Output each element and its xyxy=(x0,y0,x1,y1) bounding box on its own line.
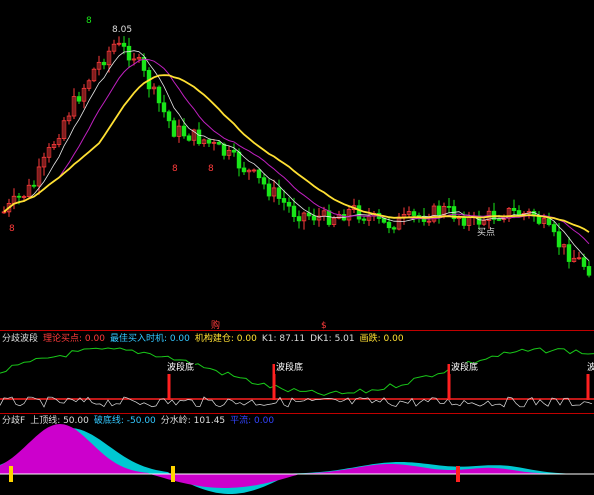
marker-bar xyxy=(456,466,460,482)
marker-bar xyxy=(9,466,13,482)
indicator2-field: 分水岭: 101.45 xyxy=(160,416,226,426)
price-panel xyxy=(1,36,592,278)
signal-label: 波段底 xyxy=(450,363,480,374)
candle-body xyxy=(361,218,367,221)
candle-body xyxy=(281,198,287,203)
candle-body xyxy=(241,167,247,173)
separator-1 xyxy=(0,330,594,331)
candle-body xyxy=(196,129,202,145)
ma-yellow-line xyxy=(3,74,590,233)
candle-body xyxy=(391,227,397,230)
candle-body xyxy=(221,143,227,156)
candle-body xyxy=(101,61,107,66)
candle-body xyxy=(166,111,172,122)
candle-body xyxy=(231,150,237,153)
candle-body xyxy=(206,139,212,144)
indicator1-field: 理论买点: 0.00 xyxy=(43,334,105,344)
candle-body xyxy=(511,207,517,211)
indicator2-field: 平流: 0.00 xyxy=(230,416,275,426)
candle-body xyxy=(381,218,387,223)
candle-body xyxy=(326,210,332,225)
candle-body xyxy=(261,177,267,185)
candle-body xyxy=(296,216,302,222)
candle-body xyxy=(216,141,222,145)
marker-bar xyxy=(171,466,175,482)
candle-body xyxy=(76,96,82,102)
candle-body xyxy=(171,120,177,137)
candle-body xyxy=(356,205,362,220)
candle-body xyxy=(436,205,442,216)
indicator2-field: 上顶线: 50.00 xyxy=(30,416,89,426)
candle-body xyxy=(156,86,162,104)
marker-mid: 8 xyxy=(172,164,178,174)
candle-body xyxy=(536,215,542,224)
indicator1-panel xyxy=(0,347,594,408)
candle-body xyxy=(551,224,557,233)
candle-body xyxy=(236,151,242,169)
stock-chart-window[interactable]: 8.05 8 8 8 8 买点 购 $ 分歧波段 理论买点: 0.00 最佳买入时机… xyxy=(0,0,594,495)
candle-body xyxy=(256,169,262,179)
candle-body xyxy=(266,183,272,197)
candle-body xyxy=(31,184,37,187)
indicator2-header[interactable]: 分歧F 上顶线: 50.00 破底线: -50.00 分水岭: 101.45 平流: 0… xyxy=(2,415,284,427)
marker-high: 8 xyxy=(86,16,92,26)
indicator1-name: 分歧波段 xyxy=(2,334,39,344)
marker-mid2: 8 xyxy=(208,164,214,174)
indicator1-header[interactable]: 分歧波段 理论买点: 0.00 最佳买入时机: 0.00 机构建仓: 0.00 K1: … xyxy=(2,333,414,345)
candle-body xyxy=(581,257,587,267)
buy-point-label: 买点 xyxy=(477,228,496,238)
candle-body xyxy=(386,221,392,229)
candle-body xyxy=(411,211,417,216)
candle-body xyxy=(566,244,572,262)
signal-label: 波段底 xyxy=(586,363,594,374)
candle-body xyxy=(16,195,22,198)
indicator1-field: DK1: 5.01 xyxy=(310,334,355,344)
indicator2-panel xyxy=(0,424,594,494)
candle-body xyxy=(286,201,292,207)
indicator2-name: 分歧F xyxy=(2,416,26,426)
indicator1-field: 画跌: 0.00 xyxy=(359,334,404,344)
candle-body xyxy=(276,187,282,199)
candle-body xyxy=(461,216,467,226)
candle-body xyxy=(181,125,187,137)
candle-body xyxy=(556,231,562,248)
high-price-label: 8.05 xyxy=(112,25,133,35)
separator-2 xyxy=(0,413,594,414)
signal-label: 波段底 xyxy=(166,363,196,374)
ma-white-line xyxy=(3,50,590,261)
signal-label: 波段底 xyxy=(275,363,305,374)
moving-average-lines xyxy=(3,50,590,261)
marker-low: 8 xyxy=(9,224,15,234)
indicator1-field: 最佳买入时机: 0.00 xyxy=(109,334,190,344)
candle-body xyxy=(586,266,592,276)
indicator1-field: K1: 87.11 xyxy=(261,334,306,344)
candle-body xyxy=(291,205,297,217)
candle-body xyxy=(121,42,127,47)
candle-body xyxy=(126,45,132,61)
candle-body xyxy=(446,206,452,208)
candle-body xyxy=(186,135,192,141)
candle-body xyxy=(496,218,502,221)
candle-body xyxy=(161,102,167,113)
candle-body xyxy=(546,218,552,225)
indicator2-field: 破底线: -50.00 xyxy=(93,416,156,426)
indicator1-field: 机构建仓: 0.00 xyxy=(194,334,257,344)
candle-body xyxy=(311,215,317,221)
